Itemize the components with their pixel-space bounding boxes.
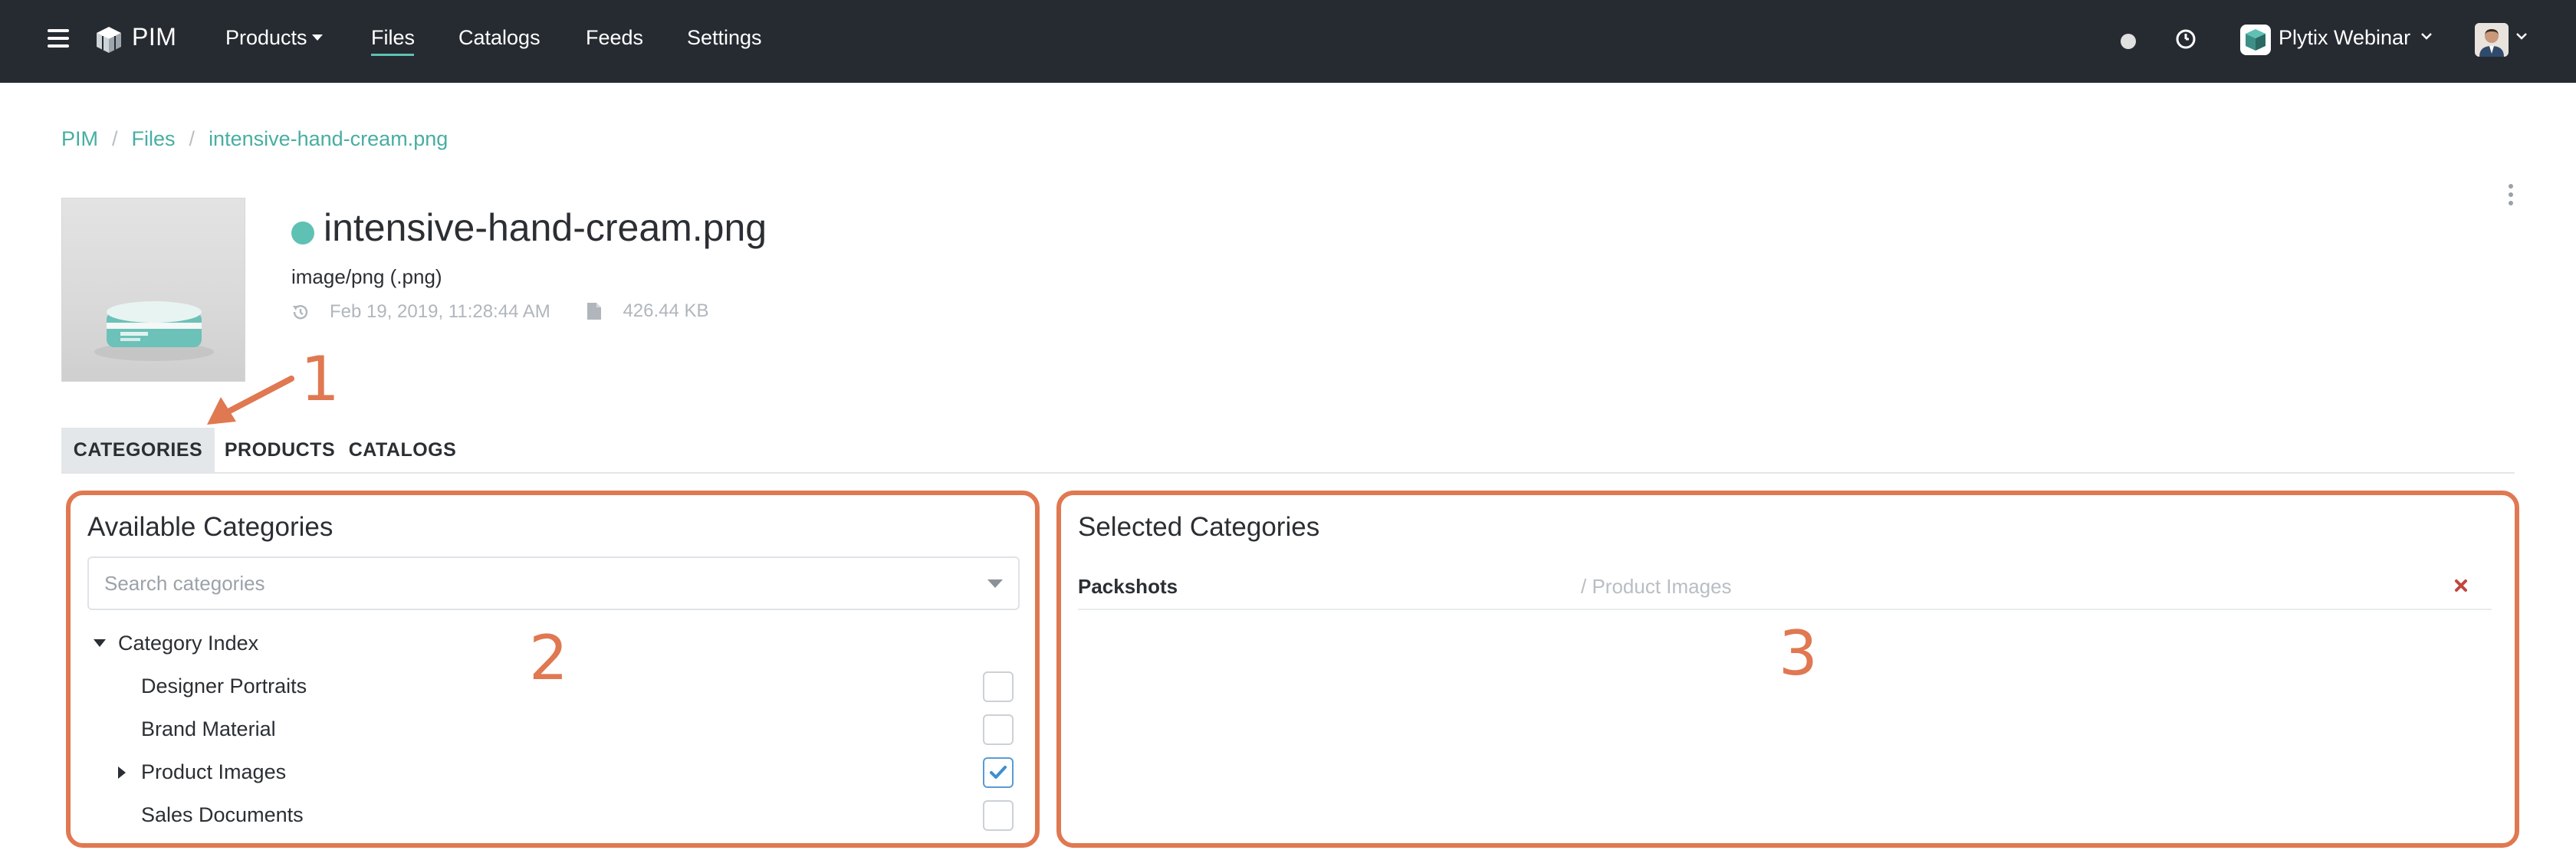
pim-logo-icon[interactable]: [94, 25, 124, 59]
menu-icon[interactable]: [48, 29, 69, 51]
selected-category-name: Packshots: [1078, 575, 1178, 598]
nav-products-label: Products: [225, 26, 307, 49]
category-search[interactable]: [87, 556, 1020, 610]
selected-categories-title: Selected Categories: [1078, 512, 1320, 542]
file-icon: [587, 303, 602, 320]
file-size: 426.44 KB: [586, 300, 709, 322]
detail-tabs: CATEGORIES PRODUCTS CATALOGS: [61, 428, 2515, 474]
file-title: intensive-hand-cream.png: [324, 206, 767, 249]
chevron-down-icon[interactable]: [2515, 31, 2528, 45]
tree-item-label: Product Images: [141, 760, 287, 783]
available-categories-title: Available Categories: [87, 512, 334, 542]
tree-item-product-images[interactable]: Product Images: [87, 751, 1020, 794]
available-categories-panel: Available Categories Category Index Desi…: [66, 491, 1040, 848]
top-navigation-bar: PIM Products Files Catalogs Feeds Settin…: [0, 0, 2576, 83]
selected-categories-panel: Selected Categories Packshots / Product …: [1056, 491, 2519, 848]
breadcrumb: PIM / Files / intensive-hand-cream.png: [61, 127, 449, 150]
selected-category-path: / Product Images: [1581, 575, 1732, 598]
tree-item-brand-material[interactable]: Brand Material: [87, 708, 1020, 751]
annotation-number-3: 3: [1779, 618, 1818, 689]
breadcrumb-files[interactable]: Files: [132, 127, 176, 150]
dropdown-caret-icon[interactable]: [987, 579, 1003, 588]
chevron-down-icon[interactable]: [2420, 31, 2433, 45]
remove-category-icon[interactable]: [2452, 576, 2470, 595]
tree-item-label: Brand Material: [141, 717, 276, 740]
category-search-input[interactable]: [89, 558, 963, 609]
nav-settings[interactable]: Settings: [687, 26, 762, 50]
history-icon: [293, 305, 308, 320]
app-title[interactable]: PIM: [132, 23, 176, 51]
file-thumbnail[interactable]: [61, 198, 245, 382]
more-options-icon[interactable]: [2507, 184, 2515, 210]
active-nav-underline: [371, 54, 414, 56]
timestamp-text: Feb 19, 2019, 11:28:44 AM: [330, 301, 550, 322]
status-dot-icon: [291, 222, 314, 245]
annotation-number-2: 2: [529, 622, 568, 694]
expand-toggle-down-icon[interactable]: [94, 639, 106, 647]
tree-item-label: Designer Portraits: [141, 675, 307, 698]
nav-catalogs[interactable]: Catalogs: [458, 26, 540, 50]
file-timestamp: Feb 19, 2019, 11:28:44 AM: [291, 301, 550, 323]
nav-products[interactable]: Products: [225, 26, 323, 50]
file-meta: Feb 19, 2019, 11:28:44 AM 426.44 KB: [291, 300, 740, 327]
checkmark-icon: [990, 766, 1007, 779]
size-text: 426.44 KB: [623, 300, 709, 321]
status-indicator-icon[interactable]: [2121, 34, 2136, 49]
category-checkbox[interactable]: [983, 714, 1014, 745]
user-avatar[interactable]: [2475, 23, 2509, 57]
tab-categories[interactable]: CATEGORIES: [61, 428, 215, 472]
history-clock-icon[interactable]: [2174, 28, 2197, 54]
tree-root-label: Category Index: [118, 632, 259, 655]
tree-item-label: Sales Documents: [141, 803, 304, 826]
breadcrumb-current-file[interactable]: intensive-hand-cream.png: [209, 127, 448, 150]
category-checkbox[interactable]: [983, 671, 1014, 702]
organization-logo-icon[interactable]: [2240, 25, 2271, 55]
nav-files[interactable]: Files: [371, 26, 415, 50]
selected-category-row: Packshots / Product Images: [1078, 564, 2492, 610]
annotation-number-1: 1: [301, 343, 340, 415]
caret-down-icon: [311, 34, 323, 41]
organization-switcher[interactable]: Plytix Webinar: [2279, 26, 2410, 50]
tree-item-sales-documents[interactable]: Sales Documents: [87, 794, 1020, 837]
breadcrumb-pim[interactable]: PIM: [61, 127, 98, 150]
category-checkbox[interactable]: [983, 800, 1014, 831]
nav-feeds[interactable]: Feeds: [586, 26, 643, 50]
tab-products[interactable]: PRODUCTS: [222, 428, 337, 472]
tab-catalogs[interactable]: CATALOGS: [345, 428, 460, 472]
file-mimetype: image/png (.png): [291, 265, 442, 288]
expand-toggle-right-icon[interactable]: [118, 766, 126, 779]
category-checkbox-checked[interactable]: [983, 757, 1014, 788]
